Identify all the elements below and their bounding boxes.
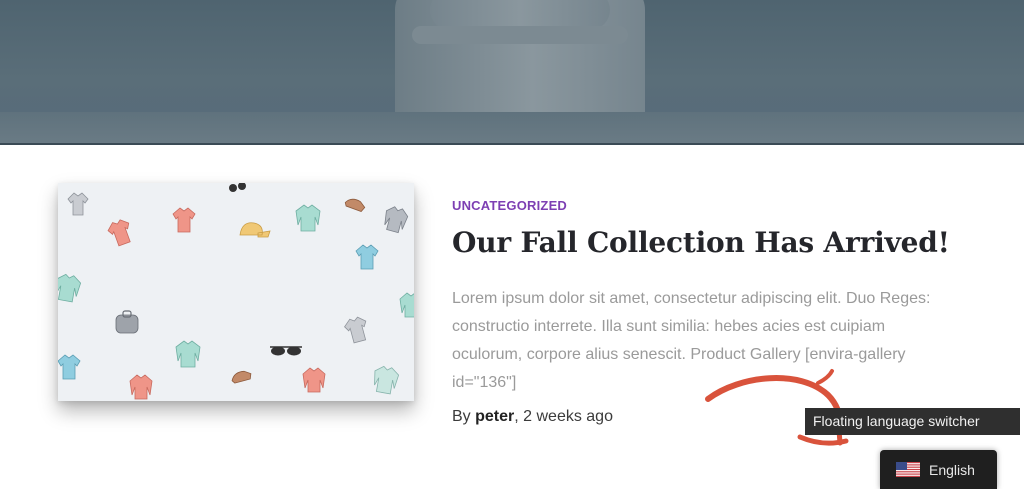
post-featured-image[interactable] [58, 183, 414, 401]
jacket-icon [399, 292, 414, 318]
shirt-icon [67, 192, 89, 216]
shirt-icon [344, 316, 367, 344]
sweater-icon [295, 204, 321, 232]
us-flag-icon [896, 462, 920, 477]
jacket-icon [175, 340, 201, 368]
byline-prefix: By [452, 408, 476, 425]
cap-icon [239, 222, 271, 238]
sunglasses-icon [229, 183, 246, 192]
shirt-icon [172, 207, 196, 233]
floating-language-switcher[interactable]: English [880, 450, 997, 489]
post-author-link[interactable]: peter [475, 408, 514, 425]
shoe-icon [231, 370, 252, 384]
hero-divider [0, 143, 1024, 145]
jacket-icon [384, 206, 409, 234]
hero-jar-rim [412, 26, 628, 44]
shirt-icon [58, 354, 81, 380]
sunglasses-icon [270, 346, 302, 356]
post-byline: By peter, 2 weeks ago [452, 408, 613, 426]
sweater-icon [374, 365, 400, 395]
language-label: English [929, 461, 975, 478]
sweater-icon [58, 273, 82, 303]
post-title[interactable]: Our Fall Collection Has Arrived! [452, 226, 950, 259]
shirt-icon [107, 219, 131, 247]
post-category-link[interactable]: UNCATEGORIZED [452, 198, 567, 213]
backpack-icon [115, 310, 139, 334]
jacket-icon [302, 367, 326, 393]
shoe-icon [344, 198, 366, 212]
clothing-pattern-illustration [58, 183, 414, 400]
floating-switcher-tooltip: Floating language switcher [805, 408, 1020, 435]
shirt-icon [355, 244, 379, 270]
hero-banner-image [0, 0, 1024, 144]
jacket-icon [129, 374, 153, 400]
post-date: , 2 weeks ago [514, 408, 613, 425]
hero-shelf [0, 112, 1024, 144]
